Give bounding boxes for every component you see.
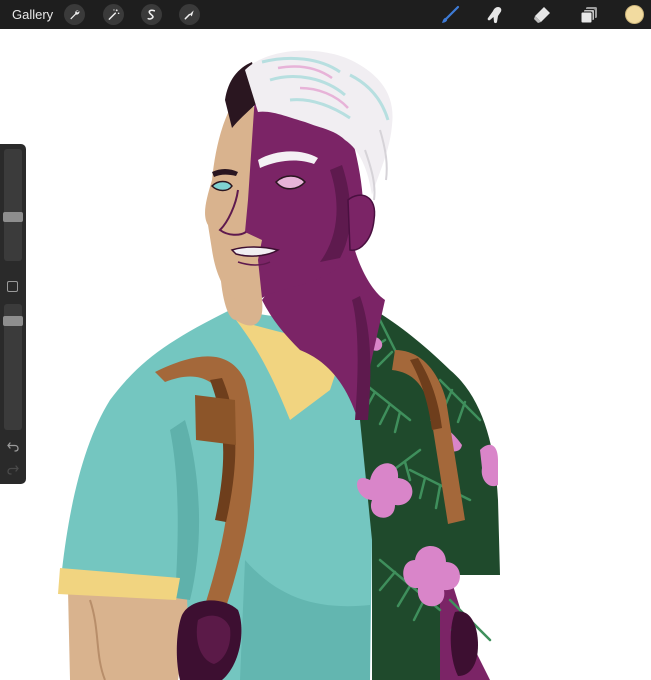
smudge-finger-icon bbox=[487, 6, 501, 23]
actions-button[interactable] bbox=[64, 4, 85, 25]
opacity-thumb[interactable] bbox=[3, 316, 23, 326]
adjustments-button[interactable] bbox=[103, 4, 124, 25]
color-picker-button[interactable] bbox=[625, 5, 644, 24]
brush-tool-button[interactable] bbox=[439, 4, 460, 25]
undo-icon[interactable] bbox=[6, 439, 20, 453]
smudge-tool-button[interactable] bbox=[484, 4, 505, 25]
modify-square-icon[interactable] bbox=[7, 281, 18, 292]
magic-wand-icon bbox=[108, 9, 120, 20]
eraser-icon bbox=[533, 6, 550, 23]
left-arm bbox=[68, 590, 190, 680]
eraser-tool-button[interactable] bbox=[531, 4, 552, 25]
brush-icon bbox=[441, 5, 459, 23]
eye-left bbox=[210, 180, 233, 192]
brush-size-slider[interactable] bbox=[4, 149, 22, 261]
layers-tool-button[interactable] bbox=[578, 4, 599, 25]
top-toolbar: Gallery bbox=[0, 0, 651, 29]
drawing-canvas[interactable] bbox=[0, 29, 651, 680]
brush-size-thumb[interactable] bbox=[3, 212, 23, 222]
arrow-cursor-icon bbox=[184, 10, 194, 20]
selection-button[interactable] bbox=[141, 4, 162, 25]
selection-s-icon bbox=[147, 9, 156, 20]
brush-sidebar bbox=[0, 144, 26, 484]
layers-icon bbox=[580, 6, 597, 23]
wrench-icon bbox=[70, 10, 80, 20]
gallery-button[interactable]: Gallery bbox=[12, 7, 53, 22]
transform-button[interactable] bbox=[179, 4, 200, 25]
redo-icon[interactable] bbox=[6, 462, 20, 476]
